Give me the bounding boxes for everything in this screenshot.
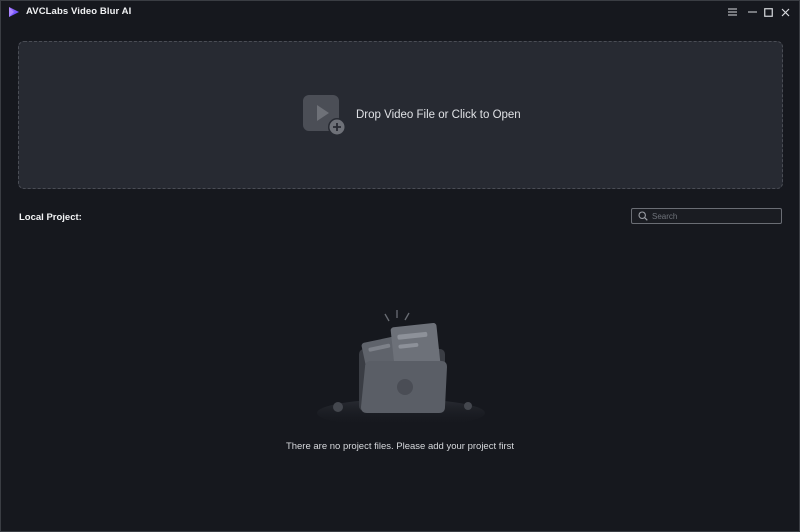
title-bar: AVCLabs Video Blur AI [1, 1, 799, 23]
empty-folder-illustration [317, 310, 485, 427]
close-button[interactable] [776, 4, 794, 20]
empty-state-message: There are no project files. Please add y… [285, 441, 515, 452]
menu-button[interactable] [723, 4, 741, 20]
local-project-label: Local Project: [19, 212, 82, 223]
app-logo-icon [9, 7, 19, 17]
app-window: AVCLabs Video Blur AI Drop Video File or… [0, 0, 800, 532]
search-input[interactable] [652, 210, 777, 222]
maximize-icon [763, 7, 773, 17]
video-drop-zone[interactable]: Drop Video File or Click to Open [18, 41, 783, 189]
video-add-icon [303, 95, 346, 136]
drop-zone-label: Drop Video File or Click to Open [356, 109, 521, 121]
search-box[interactable] [631, 208, 782, 224]
search-icon [638, 211, 648, 221]
maximize-button[interactable] [759, 4, 777, 20]
minimize-icon [747, 11, 757, 13]
app-title: AVCLabs Video Blur AI [26, 6, 132, 17]
hamburger-icon [727, 8, 737, 16]
close-icon [781, 8, 789, 16]
